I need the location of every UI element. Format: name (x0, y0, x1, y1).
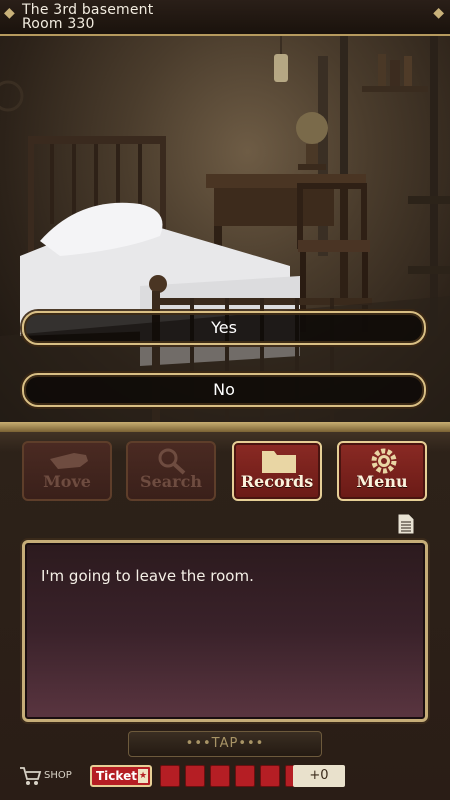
hand-pointing-icon (50, 453, 88, 469)
records-label: Records (240, 472, 314, 491)
folder-icon (262, 451, 296, 473)
shop-label: SHOP (44, 770, 72, 781)
room-scene[interactable]: Yes No (0, 36, 450, 422)
ticket-slot (210, 765, 230, 787)
shop-button[interactable]: SHOP (18, 765, 72, 787)
ticket-slot (160, 765, 180, 787)
choice-no-button[interactable]: No (22, 373, 426, 407)
tap-button[interactable]: •••TAP••• (128, 731, 322, 757)
search-button[interactable]: Search (126, 441, 216, 501)
ticket-button[interactable]: Ticket ★ (90, 765, 152, 787)
search-label: Search (140, 472, 202, 491)
ticket-count: +0 (293, 765, 345, 787)
menu-button[interactable]: Menu (337, 441, 427, 501)
message-box[interactable]: I'm going to leave the room. (22, 540, 428, 722)
magnifier-icon (158, 448, 186, 475)
frame-ornament-left-icon: ◆ (4, 5, 15, 21)
ticket-slot (260, 765, 280, 787)
panel-frame (0, 422, 450, 432)
message-text: I'm going to leave the room. (41, 567, 254, 585)
ticket-slot (235, 765, 255, 787)
ticket-slot (185, 765, 205, 787)
ticket-badge-icon: ★ (138, 769, 148, 783)
menu-label: Menu (356, 472, 408, 491)
cart-icon (20, 767, 42, 785)
location-header: ◆ The 3rd basement Room 330 ◆ (0, 0, 450, 36)
location-room: Room 330 (22, 16, 95, 32)
choice-yes-button[interactable]: Yes (22, 311, 426, 345)
frame-ornament-right-icon: ◆ (433, 5, 444, 21)
move-button[interactable]: Move (22, 441, 112, 501)
room-illustration (0, 36, 450, 422)
records-button[interactable]: Records (232, 441, 322, 501)
move-label: Move (43, 472, 91, 491)
ticket-label: Ticket (96, 769, 137, 783)
document-icon[interactable] (397, 513, 415, 535)
gear-icon (371, 448, 397, 474)
location-floor: The 3rd basement (22, 2, 154, 18)
